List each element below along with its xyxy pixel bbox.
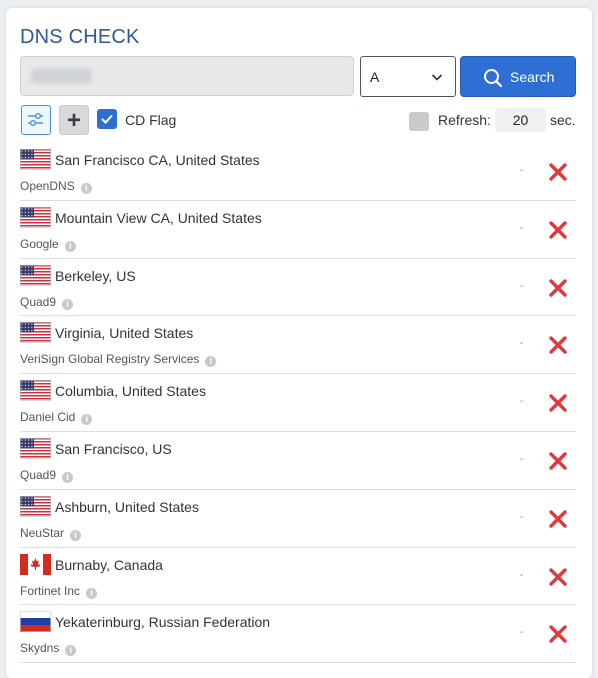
server-location: Ashburn, United States (55, 498, 199, 515)
info-icon[interactable]: i (62, 471, 74, 483)
info-icon[interactable]: i (64, 240, 76, 252)
query-result: - (520, 627, 524, 639)
server-location: Virginia, United States (55, 325, 194, 342)
error-x-icon (549, 336, 567, 355)
server-row: San Francisco CA, United States OpenDNS i… (20, 143, 576, 201)
info-icon[interactable]: i (65, 645, 77, 657)
us-flag-icon (20, 322, 51, 344)
us-flag-icon (20, 264, 51, 286)
server-row: San Francisco, US Quad9 i - (20, 432, 576, 490)
record-type-select[interactable]: A (360, 56, 456, 97)
server-provider: Google i (20, 237, 76, 252)
search-button[interactable]: Search (460, 56, 576, 97)
server-provider: Daniel Cid i (20, 410, 93, 426)
server-provider: Skydns i (20, 641, 77, 657)
info-icon[interactable]: i (86, 587, 98, 599)
info-icon[interactable]: i (205, 356, 217, 368)
query-result: - (520, 511, 524, 523)
info-icon[interactable]: i (80, 183, 92, 194)
domain-input[interactable] (21, 57, 353, 95)
refresh-unit-label: sec. (550, 112, 576, 128)
chevron-down-icon (431, 74, 443, 81)
query-result: - (520, 569, 524, 581)
server-row: Virginia, United States VeriSign Global … (20, 316, 576, 375)
info-icon[interactable]: i (70, 529, 82, 541)
error-x-icon (549, 278, 567, 297)
server-row: Burnaby, Canada Fortinet Inc i - (20, 548, 576, 606)
server-location: Yekaterinburg, Russian Federation (55, 614, 271, 631)
add-server-button[interactable]: + (59, 105, 89, 135)
provider-name: Fortinet Inc (20, 583, 81, 598)
server-provider: Quad9 i (20, 294, 74, 310)
query-result: - (520, 280, 524, 292)
record-type-value: A (370, 69, 380, 85)
server-location: Berkeley, US (55, 267, 136, 284)
provider-name: NeuStar (20, 525, 65, 540)
cd-flag-checkbox[interactable] (97, 109, 117, 129)
server-row: Columbia, United States Daniel Cid i - (20, 374, 576, 432)
provider-name: Google (20, 236, 59, 251)
server-row: Berkeley, US Quad9 i - (20, 259, 576, 317)
server-location: Burnaby, Canada (55, 556, 163, 573)
us-flag-icon (20, 206, 51, 228)
canada-flag-icon (20, 553, 51, 575)
server-provider: NeuStar i (20, 525, 82, 541)
provider-name: Skydns (20, 641, 60, 656)
server-location: Mountain View CA, United States (55, 209, 262, 226)
checkmark-icon (101, 114, 113, 124)
provider-name: Quad9 (20, 467, 57, 482)
russia-flag-icon (20, 611, 51, 633)
us-flag-icon (20, 495, 51, 517)
server-provider: Fortinet Inc i (20, 583, 98, 599)
refresh-interval-input[interactable]: 20 (495, 108, 546, 132)
error-x-icon (549, 567, 567, 586)
server-row: Mountain View CA, United States Google i … (20, 201, 576, 259)
settings-button[interactable] (21, 105, 51, 135)
query-result: - (520, 165, 524, 176)
search-input-box[interactable] (20, 56, 354, 96)
error-x-icon (549, 625, 567, 644)
server-row: Yekaterinburg, Russian Federation Skydns… (20, 605, 576, 664)
server-row: Ashburn, United States NeuStar i - (20, 490, 576, 548)
provider-name: OpenDNS (20, 179, 75, 193)
plus-icon: + (66, 107, 81, 134)
query-result: - (520, 396, 524, 408)
error-x-icon (549, 510, 567, 528)
error-x-icon (549, 163, 567, 181)
server-provider: Quad9 i (20, 467, 74, 483)
us-flag-icon (20, 149, 51, 170)
error-x-icon (549, 221, 567, 239)
server-location: Columbia, United States (55, 383, 206, 400)
provider-name: Quad9 (20, 294, 57, 309)
server-list: San Francisco CA, United States OpenDNS i… (20, 143, 576, 664)
search-icon (484, 69, 503, 88)
us-flag-icon (20, 380, 51, 401)
page-title: DNS CHECK (20, 26, 140, 48)
query-result: - (520, 453, 524, 465)
provider-name: VeriSign Global Registry Services (20, 352, 200, 367)
error-x-icon (549, 452, 567, 470)
refresh-label: Refresh: (438, 112, 491, 128)
refresh-checkbox[interactable] (409, 112, 429, 131)
server-provider: VeriSign Global Registry Services i (20, 352, 217, 368)
sliders-icon (28, 113, 43, 126)
query-result: - (520, 222, 524, 234)
server-location: San Francisco, US (55, 440, 172, 457)
search-button-label: Search (510, 69, 555, 85)
server-location: San Francisco CA, United States (55, 152, 260, 168)
us-flag-icon (20, 437, 51, 459)
query-result: - (520, 338, 524, 350)
server-provider: OpenDNS i (20, 179, 92, 194)
info-icon[interactable]: i (62, 298, 74, 310)
cd-flag-label: CD Flag (125, 112, 177, 128)
provider-name: Daniel Cid (20, 410, 76, 425)
error-x-icon (549, 394, 567, 412)
info-icon[interactable]: i (81, 414, 93, 426)
